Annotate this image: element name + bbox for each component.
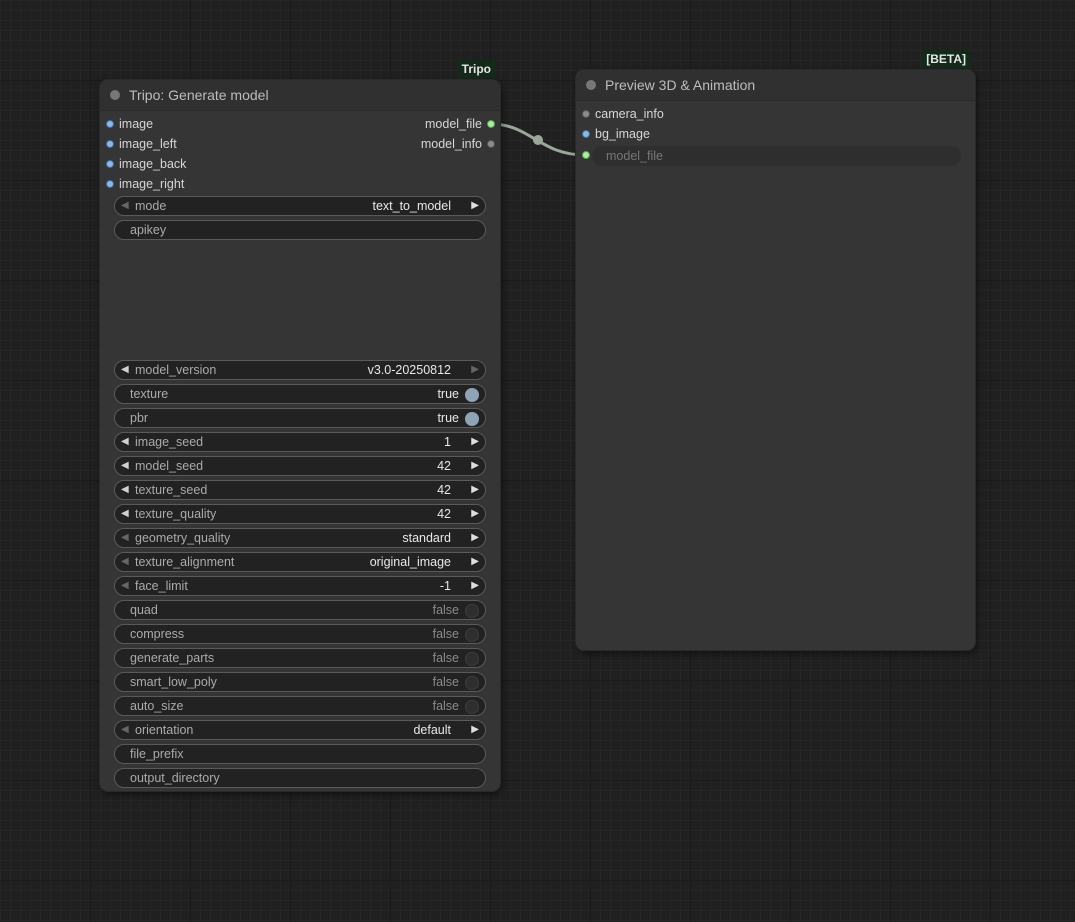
collapse-dot-icon[interactable] bbox=[586, 80, 596, 90]
number-face-limit[interactable]: ◀ face_limit -1 ▶ bbox=[114, 576, 486, 596]
arrow-left-icon[interactable]: ◀ bbox=[121, 577, 129, 595]
toggle-generate-parts[interactable]: generate_parts false bbox=[114, 648, 486, 668]
slot-dot-icon[interactable] bbox=[582, 151, 590, 159]
toggle-auto-size[interactable]: auto_size false bbox=[114, 696, 486, 716]
node-title-bar[interactable]: Tripo: Generate model bbox=[100, 80, 500, 111]
arrow-right-icon[interactable]: ▶ bbox=[471, 505, 479, 523]
slot-dot-icon[interactable] bbox=[487, 140, 495, 148]
model-file-field[interactable]: model_file bbox=[592, 146, 961, 166]
arrow-left-icon[interactable]: ◀ bbox=[121, 529, 129, 547]
toggle-texture[interactable]: texture true bbox=[114, 384, 486, 404]
link-midpoint bbox=[533, 135, 543, 145]
slot-dot-icon[interactable] bbox=[106, 180, 114, 188]
arrow-left-icon[interactable]: ◀ bbox=[121, 553, 129, 571]
node-title-bar[interactable]: Preview 3D & Animation bbox=[576, 70, 975, 101]
toggle-knob-icon[interactable] bbox=[465, 676, 479, 690]
number-texture-seed[interactable]: ◀ texture_seed 42 ▶ bbox=[114, 480, 486, 500]
toggle-pbr[interactable]: pbr true bbox=[114, 408, 486, 428]
tripo-generate-model-node[interactable]: Tripo Tripo: Generate model image image_… bbox=[100, 60, 500, 791]
toggle-knob-icon[interactable] bbox=[465, 412, 479, 426]
text-file-prefix[interactable]: file_prefix bbox=[114, 744, 486, 764]
preview-3d-animation-node[interactable]: [BETA] Preview 3D & Animation camera_inf… bbox=[576, 50, 975, 650]
text-apikey[interactable]: apikey bbox=[114, 220, 486, 240]
arrow-right-icon[interactable]: ▶ bbox=[471, 529, 479, 547]
arrow-left-icon[interactable]: ◀ bbox=[121, 197, 129, 215]
arrow-right-icon[interactable]: ▶ bbox=[471, 481, 479, 499]
number-texture-quality[interactable]: ◀ texture_quality 42 ▶ bbox=[114, 504, 486, 524]
node-title: Preview 3D & Animation bbox=[605, 77, 756, 93]
node-badge: Tripo bbox=[456, 60, 496, 78]
combo-texture-alignment[interactable]: ◀ texture_alignment original_image ▶ bbox=[114, 552, 486, 572]
number-image-seed[interactable]: ◀ image_seed 1 ▶ bbox=[114, 432, 486, 452]
toggle-knob-icon[interactable] bbox=[465, 652, 479, 666]
toggle-smart-low-poly[interactable]: smart_low_poly false bbox=[114, 672, 486, 692]
arrow-left-icon[interactable]: ◀ bbox=[121, 457, 129, 475]
slot-dot-icon[interactable] bbox=[106, 160, 114, 168]
toggle-knob-icon[interactable] bbox=[465, 604, 479, 618]
toggle-quad[interactable]: quad false bbox=[114, 600, 486, 620]
toggle-knob-icon[interactable] bbox=[465, 388, 479, 402]
arrow-right-icon[interactable]: ▶ bbox=[471, 721, 479, 739]
arrow-right-icon[interactable]: ▶ bbox=[471, 361, 479, 379]
arrow-right-icon[interactable]: ▶ bbox=[471, 577, 479, 595]
arrow-left-icon[interactable]: ◀ bbox=[121, 505, 129, 523]
slot-dot-icon[interactable] bbox=[106, 140, 114, 148]
slot-dot-icon[interactable] bbox=[582, 110, 590, 118]
arrow-left-icon[interactable]: ◀ bbox=[121, 721, 129, 739]
toggle-knob-icon[interactable] bbox=[465, 628, 479, 642]
slot-dot-icon[interactable] bbox=[582, 130, 590, 138]
arrow-right-icon[interactable]: ▶ bbox=[471, 457, 479, 475]
arrow-right-icon[interactable]: ▶ bbox=[471, 197, 479, 215]
arrow-left-icon[interactable]: ◀ bbox=[121, 481, 129, 499]
text-output-directory[interactable]: output_directory bbox=[114, 768, 486, 788]
combo-orientation[interactable]: ◀ orientation default ▶ bbox=[114, 720, 486, 740]
collapse-dot-icon[interactable] bbox=[110, 90, 120, 100]
slot-dot-icon[interactable] bbox=[487, 120, 495, 128]
combo-geometry-quality[interactable]: ◀ geometry_quality standard ▶ bbox=[114, 528, 486, 548]
output-slot-model-info[interactable]: model_info bbox=[375, 135, 495, 153]
node-title: Tripo: Generate model bbox=[129, 87, 269, 103]
toggle-knob-icon[interactable] bbox=[465, 700, 479, 714]
slot-dot-icon[interactable] bbox=[106, 120, 114, 128]
toggle-compress[interactable]: compress false bbox=[114, 624, 486, 644]
combo-mode[interactable]: ◀ mode text_to_model ▶ bbox=[114, 196, 486, 216]
number-model-seed[interactable]: ◀ model_seed 42 ▶ bbox=[114, 456, 486, 476]
output-slot-model-file[interactable]: model_file bbox=[375, 115, 495, 133]
arrow-right-icon[interactable]: ▶ bbox=[471, 433, 479, 451]
node-badge: [BETA] bbox=[921, 50, 971, 68]
arrow-left-icon[interactable]: ◀ bbox=[121, 433, 129, 451]
arrow-left-icon[interactable]: ◀ bbox=[121, 361, 129, 379]
combo-model-version[interactable]: ◀ model_version v3.0-20250812 ▶ bbox=[114, 360, 486, 380]
arrow-right-icon[interactable]: ▶ bbox=[471, 553, 479, 571]
